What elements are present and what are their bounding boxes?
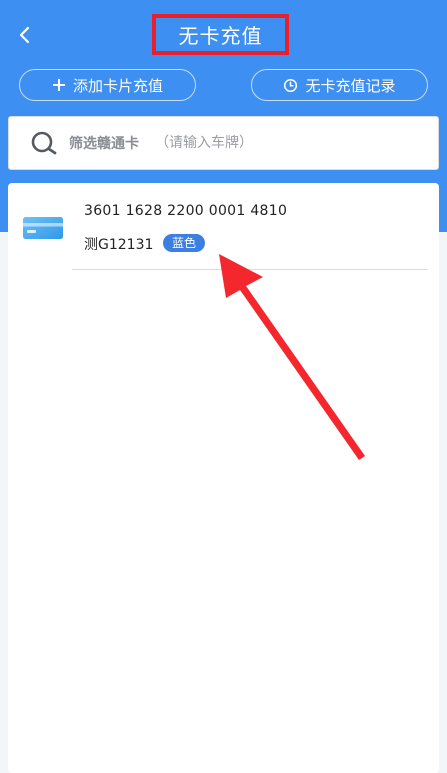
back-button[interactable] [10, 22, 40, 52]
recharge-records-button[interactable]: 无卡充值记录 [251, 69, 428, 101]
card-icon [23, 217, 65, 245]
search-bar: 筛选赣通卡 [8, 116, 439, 170]
card-list: 3601 1628 2200 0001 4810 测G12131 蓝色 [8, 183, 439, 773]
plate-color-badge: 蓝色 [163, 234, 206, 252]
clock-icon [283, 78, 298, 93]
chevron-left-icon [17, 25, 33, 49]
add-card-label: 添加卡片充值 [72, 76, 163, 95]
plus-icon [52, 78, 66, 92]
divider [72, 269, 428, 270]
page-title-highlight: 无卡充值 [152, 14, 289, 55]
list-item[interactable]: 3601 1628 2200 0001 4810 测G12131 蓝色 [8, 183, 439, 271]
add-card-recharge-button[interactable]: 添加卡片充值 [19, 69, 196, 101]
records-label: 无卡充值记录 [305, 76, 396, 95]
plate-search-input[interactable] [153, 134, 357, 152]
plate-number: 测G12131 [84, 237, 154, 253]
card-number: 3601 1628 2200 0001 4810 [84, 203, 288, 219]
search-icon [30, 128, 60, 158]
search-label: 筛选赣通卡 [69, 136, 139, 152]
page-title: 无卡充值 [178, 24, 263, 48]
